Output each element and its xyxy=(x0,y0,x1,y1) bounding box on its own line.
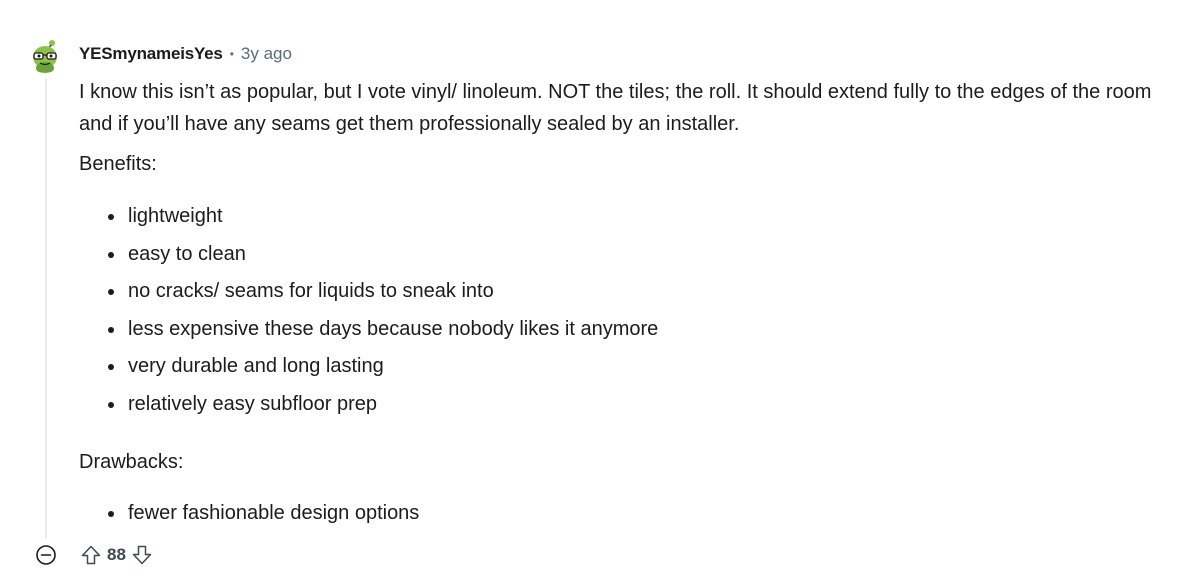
collapse-minus-icon xyxy=(36,545,56,565)
avatar[interactable] xyxy=(27,37,63,73)
comment-paragraph: I know this isn’t as popular, but I vote… xyxy=(79,81,1152,135)
list-item: easy to clean xyxy=(106,236,658,274)
list-item: fewer fashionable design options xyxy=(106,495,419,533)
avatar-icon xyxy=(27,37,63,73)
benefits-list: lightweight easy to clean no cracks/ sea… xyxy=(106,198,658,424)
comment-body: I know this isn’t as popular, but I vote… xyxy=(79,76,1179,140)
upvote-arrow-icon xyxy=(81,545,101,565)
drawbacks-heading: Drawbacks: xyxy=(79,451,184,473)
list-item: lightweight xyxy=(106,198,658,236)
downvote-button[interactable] xyxy=(128,541,156,569)
collapse-button[interactable] xyxy=(33,542,59,568)
list-item: very durable and long lasting xyxy=(106,348,658,386)
list-item: less expensive these days because nobody… xyxy=(106,311,658,349)
comment: YESmynameisYes • 3y ago I know this isn’… xyxy=(0,0,1200,576)
thread-line[interactable] xyxy=(45,78,47,538)
action-bar: 88 xyxy=(33,540,156,570)
author-name[interactable]: YESmynameisYes xyxy=(79,44,223,64)
upvote-button[interactable] xyxy=(77,541,105,569)
meta-separator: • xyxy=(229,47,234,61)
vote-score: 88 xyxy=(107,545,126,564)
drawbacks-list: fewer fashionable design options xyxy=(106,495,419,533)
benefits-heading: Benefits: xyxy=(79,153,157,175)
comment-header: YESmynameisYes • 3y ago xyxy=(79,44,292,64)
vote-group: 88 xyxy=(77,541,156,569)
list-item: no cracks/ seams for liquids to sneak in… xyxy=(106,273,658,311)
downvote-arrow-icon xyxy=(132,545,152,565)
timestamp[interactable]: 3y ago xyxy=(241,44,292,64)
list-item: relatively easy subfloor prep xyxy=(106,386,658,424)
